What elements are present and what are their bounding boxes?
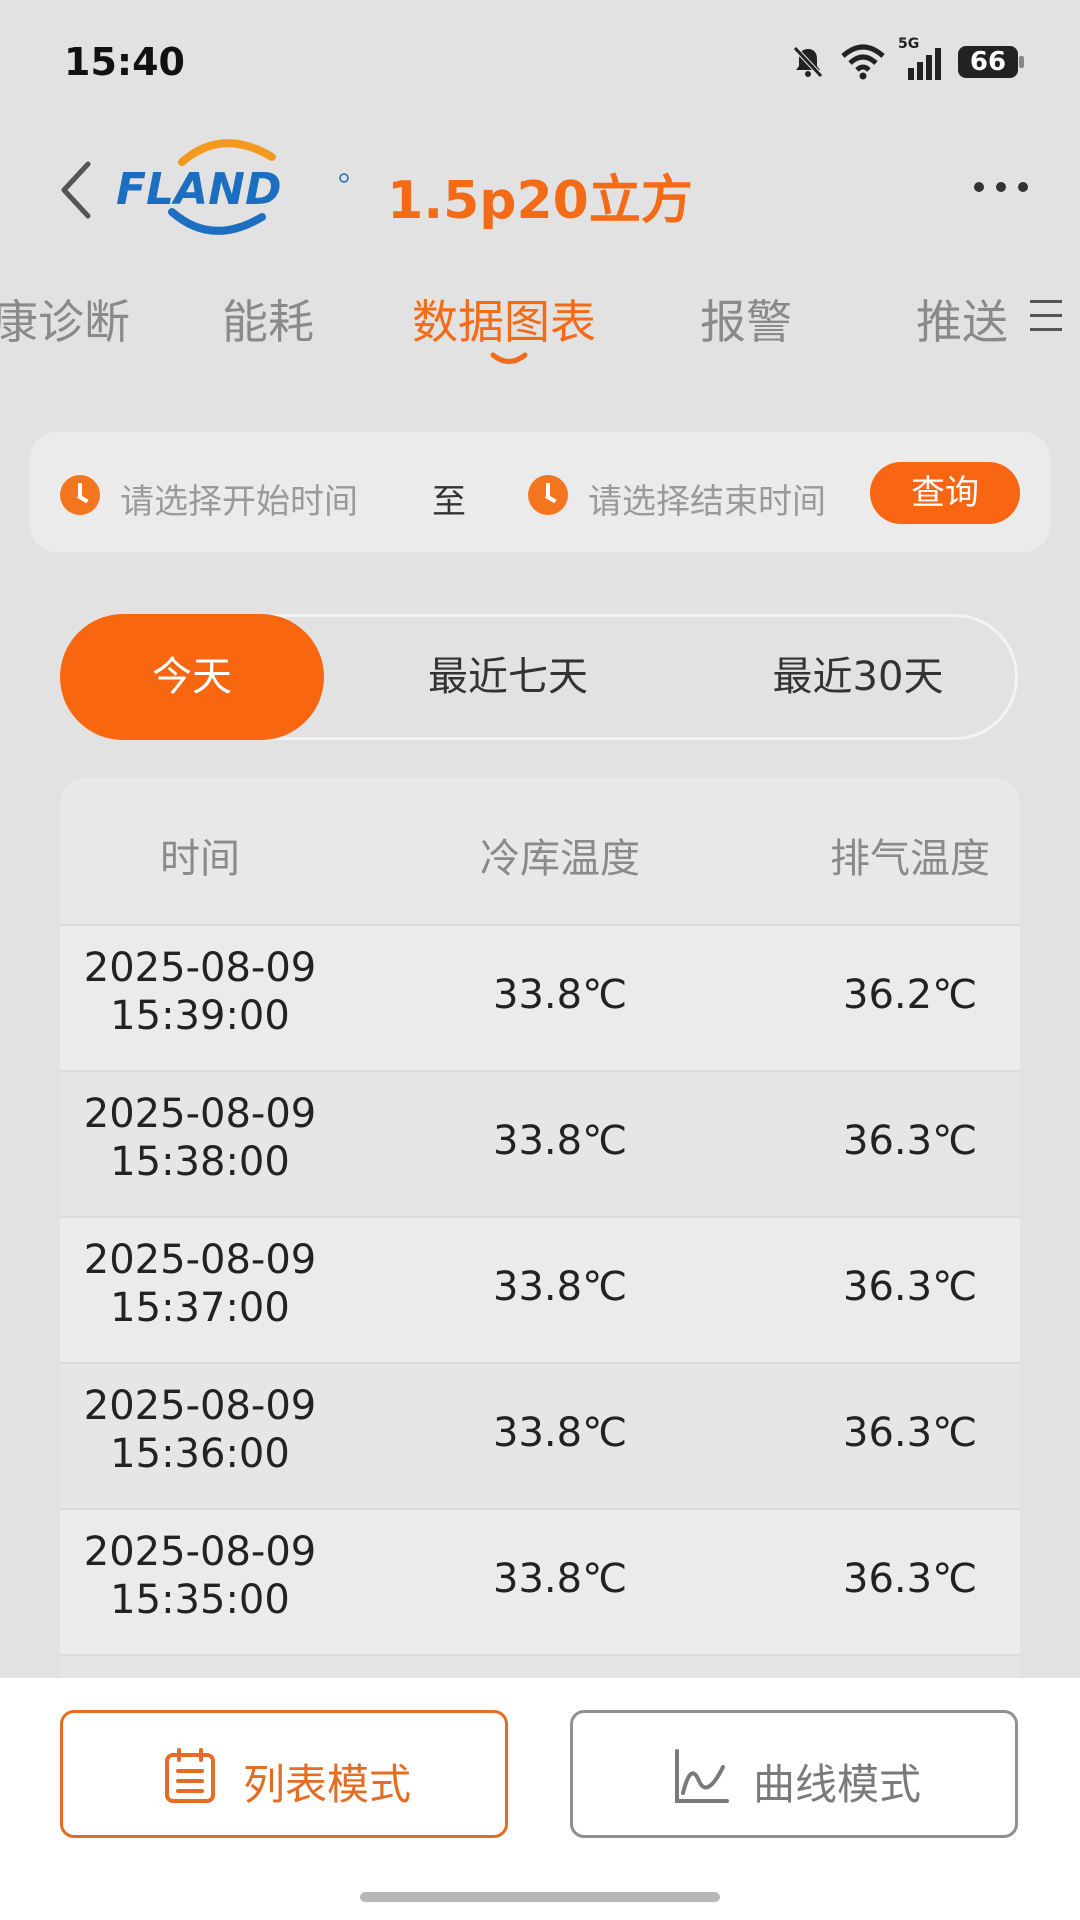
row-cold-temp: 33.8℃ bbox=[493, 1264, 627, 1310]
tab-menu-icon[interactable] bbox=[1028, 296, 1064, 336]
bottom-mode-bar: 列表模式 曲线模式 bbox=[0, 1678, 1080, 1920]
tab-push[interactable]: 推送 bbox=[916, 286, 1008, 352]
battery-level: 66 bbox=[969, 47, 1007, 77]
column-header-cold-storage-temp: 冷库温度 bbox=[480, 836, 640, 882]
row-time: 15:35:00 bbox=[110, 1577, 290, 1623]
list-icon bbox=[165, 1748, 215, 1803]
table-row: 2025-08-09 15:38:00 33.8℃ 36.3℃ bbox=[60, 1070, 1020, 1218]
row-exhaust-temp: 36.3℃ bbox=[843, 1556, 977, 1602]
row-exhaust-temp: 36.3℃ bbox=[843, 1410, 977, 1456]
row-date: 2025-08-09 bbox=[83, 1237, 317, 1283]
row-date: 2025-08-09 bbox=[83, 945, 317, 991]
home-indicator[interactable] bbox=[360, 1892, 720, 1902]
data-table: 时间 冷库温度 排气温度 2025-08-09 15:39:00 33.8℃ 3… bbox=[60, 778, 1020, 1678]
table-row: 2025-08-09 15:36:00 33.8℃ 36.3℃ bbox=[60, 1362, 1020, 1510]
column-header-exhaust-temp: 排气温度 bbox=[830, 836, 990, 882]
query-button[interactable]: 查询 bbox=[870, 462, 1020, 524]
table-row: 2025-08-09 15:35:00 33.8℃ 36.3℃ bbox=[60, 1508, 1020, 1656]
row-exhaust-temp: 36.3℃ bbox=[843, 1264, 977, 1310]
clock-icon bbox=[528, 475, 568, 515]
date-range-picker: 请选择开始时间 至 请选择结束时间 查询 bbox=[30, 432, 1050, 552]
tab-energy[interactable]: 能耗 bbox=[222, 286, 314, 352]
period-today[interactable]: 今天 bbox=[60, 614, 324, 740]
row-time: 15:39:00 bbox=[110, 993, 290, 1039]
curve-mode-button[interactable]: 曲线模式 bbox=[570, 1710, 1018, 1838]
table-row: 2025-08-09 15:39:00 33.8℃ 36.2℃ bbox=[60, 924, 1020, 1072]
end-time-input[interactable]: 请选择结束时间 bbox=[588, 474, 826, 523]
row-cold-temp: 33.8℃ bbox=[493, 1118, 627, 1164]
start-time-input[interactable]: 请选择开始时间 bbox=[120, 474, 358, 523]
curve-mode-label: 曲线模式 bbox=[753, 1760, 922, 1809]
row-cold-temp: 33.8℃ bbox=[493, 972, 627, 1018]
cellular-signal-icon: 5G bbox=[898, 36, 944, 82]
row-timestamp: 2025-08-09 15:38:00 bbox=[60, 1090, 340, 1186]
tab-alarm[interactable]: 报警 bbox=[700, 286, 792, 352]
table-row-partial bbox=[60, 1654, 1020, 1678]
network-type: 5G bbox=[898, 36, 920, 52]
clock-icon bbox=[60, 475, 100, 515]
status-icons: 5G 66 bbox=[790, 36, 1024, 82]
table-row: 2025-08-09 15:37:00 33.8℃ 36.3℃ bbox=[60, 1216, 1020, 1364]
row-time: 15:36:00 bbox=[110, 1431, 290, 1477]
app-header: FLAND 1.5p20立方 bbox=[0, 120, 1080, 260]
tab-health-diagnosis[interactable]: 康诊断 bbox=[0, 286, 130, 352]
bell-muted-icon bbox=[793, 46, 823, 78]
list-mode-label: 列表模式 bbox=[243, 1760, 412, 1809]
row-exhaust-temp: 36.3℃ bbox=[843, 1118, 977, 1164]
active-tab-indicator bbox=[490, 352, 528, 364]
row-time: 15:38:00 bbox=[110, 1139, 290, 1185]
more-menu-icon[interactable] bbox=[974, 182, 1028, 192]
range-separator: 至 bbox=[432, 482, 466, 522]
page-title: 1.5p20立方 bbox=[387, 171, 693, 231]
battery-icon: 66 bbox=[958, 46, 1024, 78]
status-time: 15:40 bbox=[64, 40, 185, 84]
period-last-7-days[interactable]: 最近七天 bbox=[373, 617, 643, 737]
row-timestamp: 2025-08-09 15:36:00 bbox=[60, 1382, 340, 1478]
row-date: 2025-08-09 bbox=[83, 1091, 317, 1137]
row-timestamp: 2025-08-09 15:39:00 bbox=[60, 944, 340, 1040]
row-timestamp: 2025-08-09 15:37:00 bbox=[60, 1236, 340, 1332]
tab-bar: 康诊断 能耗 数据图表 报警 推送 bbox=[0, 270, 1080, 364]
row-timestamp: 2025-08-09 15:35:00 bbox=[60, 1528, 340, 1624]
row-time: 15:37:00 bbox=[110, 1285, 290, 1331]
tab-data-chart[interactable]: 数据图表 bbox=[412, 286, 596, 352]
row-date: 2025-08-09 bbox=[83, 1529, 317, 1575]
row-cold-temp: 33.8℃ bbox=[493, 1410, 627, 1456]
row-cold-temp: 33.8℃ bbox=[493, 1556, 627, 1602]
period-last-30-days[interactable]: 最近30天 bbox=[723, 617, 993, 737]
list-mode-button[interactable]: 列表模式 bbox=[60, 1710, 508, 1838]
status-bar: 15:40 5G 66 bbox=[0, 0, 1080, 120]
row-date: 2025-08-09 bbox=[83, 1383, 317, 1429]
row-exhaust-temp: 36.2℃ bbox=[843, 972, 977, 1018]
line-chart-icon bbox=[675, 1749, 729, 1803]
wifi-icon bbox=[841, 44, 885, 80]
period-selector: 今天 最近七天 最近30天 bbox=[60, 614, 1018, 740]
column-header-time: 时间 bbox=[160, 836, 240, 882]
